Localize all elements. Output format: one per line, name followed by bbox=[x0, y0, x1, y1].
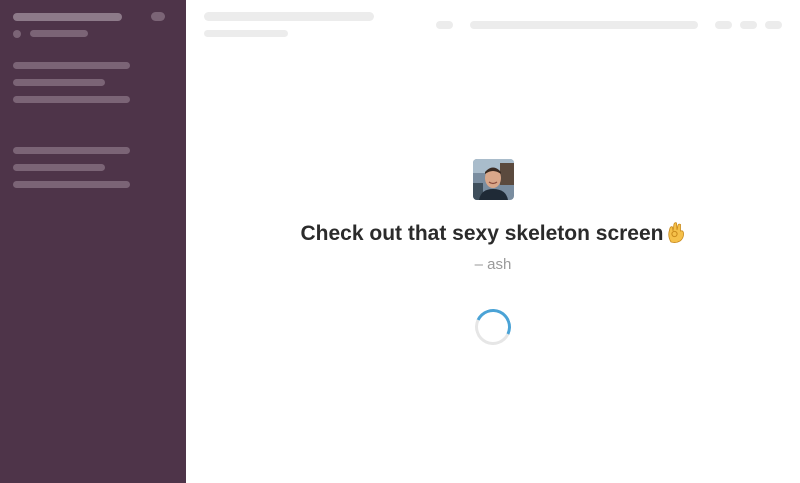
channel-topic-placeholder bbox=[204, 30, 288, 37]
ok-hand-icon bbox=[667, 221, 685, 243]
sidebar bbox=[0, 0, 186, 483]
header-icon-placeholder bbox=[765, 21, 782, 29]
search-bar-placeholder bbox=[470, 21, 698, 29]
team-name-placeholder bbox=[13, 13, 122, 21]
header-icon-placeholder bbox=[740, 21, 757, 29]
loading-message-text: Check out that sexy skeleton screen bbox=[300, 222, 664, 245]
channel-item-placeholder bbox=[13, 62, 130, 69]
loading-message: Check out that sexy skeleton screen bbox=[186, 219, 800, 249]
username-placeholder bbox=[30, 30, 88, 37]
direct-message-placeholder bbox=[13, 164, 105, 171]
direct-message-placeholder bbox=[13, 147, 130, 154]
header-icon-placeholder bbox=[715, 21, 732, 29]
direct-message-placeholder bbox=[13, 181, 130, 188]
notification-placeholder bbox=[151, 12, 165, 21]
channel-item-placeholder bbox=[13, 96, 130, 103]
loading-author: – ash bbox=[474, 256, 512, 273]
header-icon-placeholder bbox=[436, 21, 453, 29]
author-avatar bbox=[473, 159, 514, 200]
presence-dot-placeholder bbox=[13, 30, 21, 38]
channel-title-placeholder bbox=[204, 12, 374, 21]
channel-item-placeholder bbox=[13, 79, 105, 86]
